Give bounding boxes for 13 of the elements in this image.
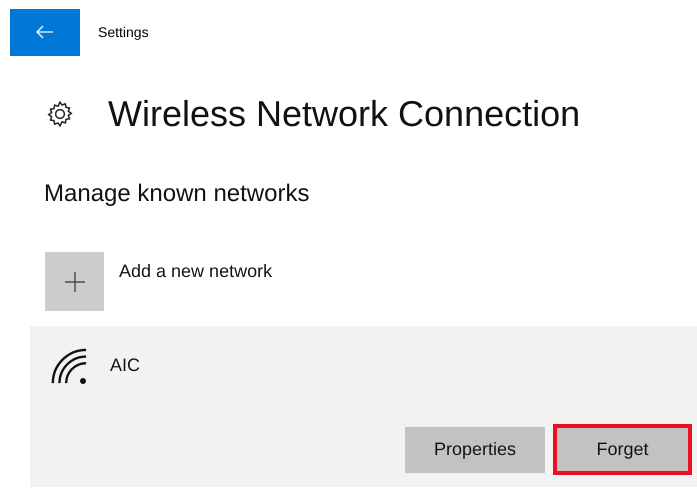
back-arrow-icon: [36, 25, 54, 39]
network-item[interactable]: AIC Properties Forget: [30, 326, 697, 487]
section-title: Manage known networks: [44, 182, 310, 206]
wifi-icon: [50, 348, 88, 386]
action-button[interactable]: Properties: [405, 426, 545, 472]
plus-icon: [64, 272, 84, 292]
page-title: Wireless Network Connection: [108, 96, 580, 132]
settings-icon: [45, 99, 75, 129]
back-button[interactable]: [10, 8, 80, 56]
action-button[interactable]: Forget: [553, 424, 692, 475]
network-name: AIC: [110, 354, 140, 377]
window-title: Settings: [98, 22, 149, 42]
add-network-label[interactable]: Add a new network: [119, 258, 272, 285]
